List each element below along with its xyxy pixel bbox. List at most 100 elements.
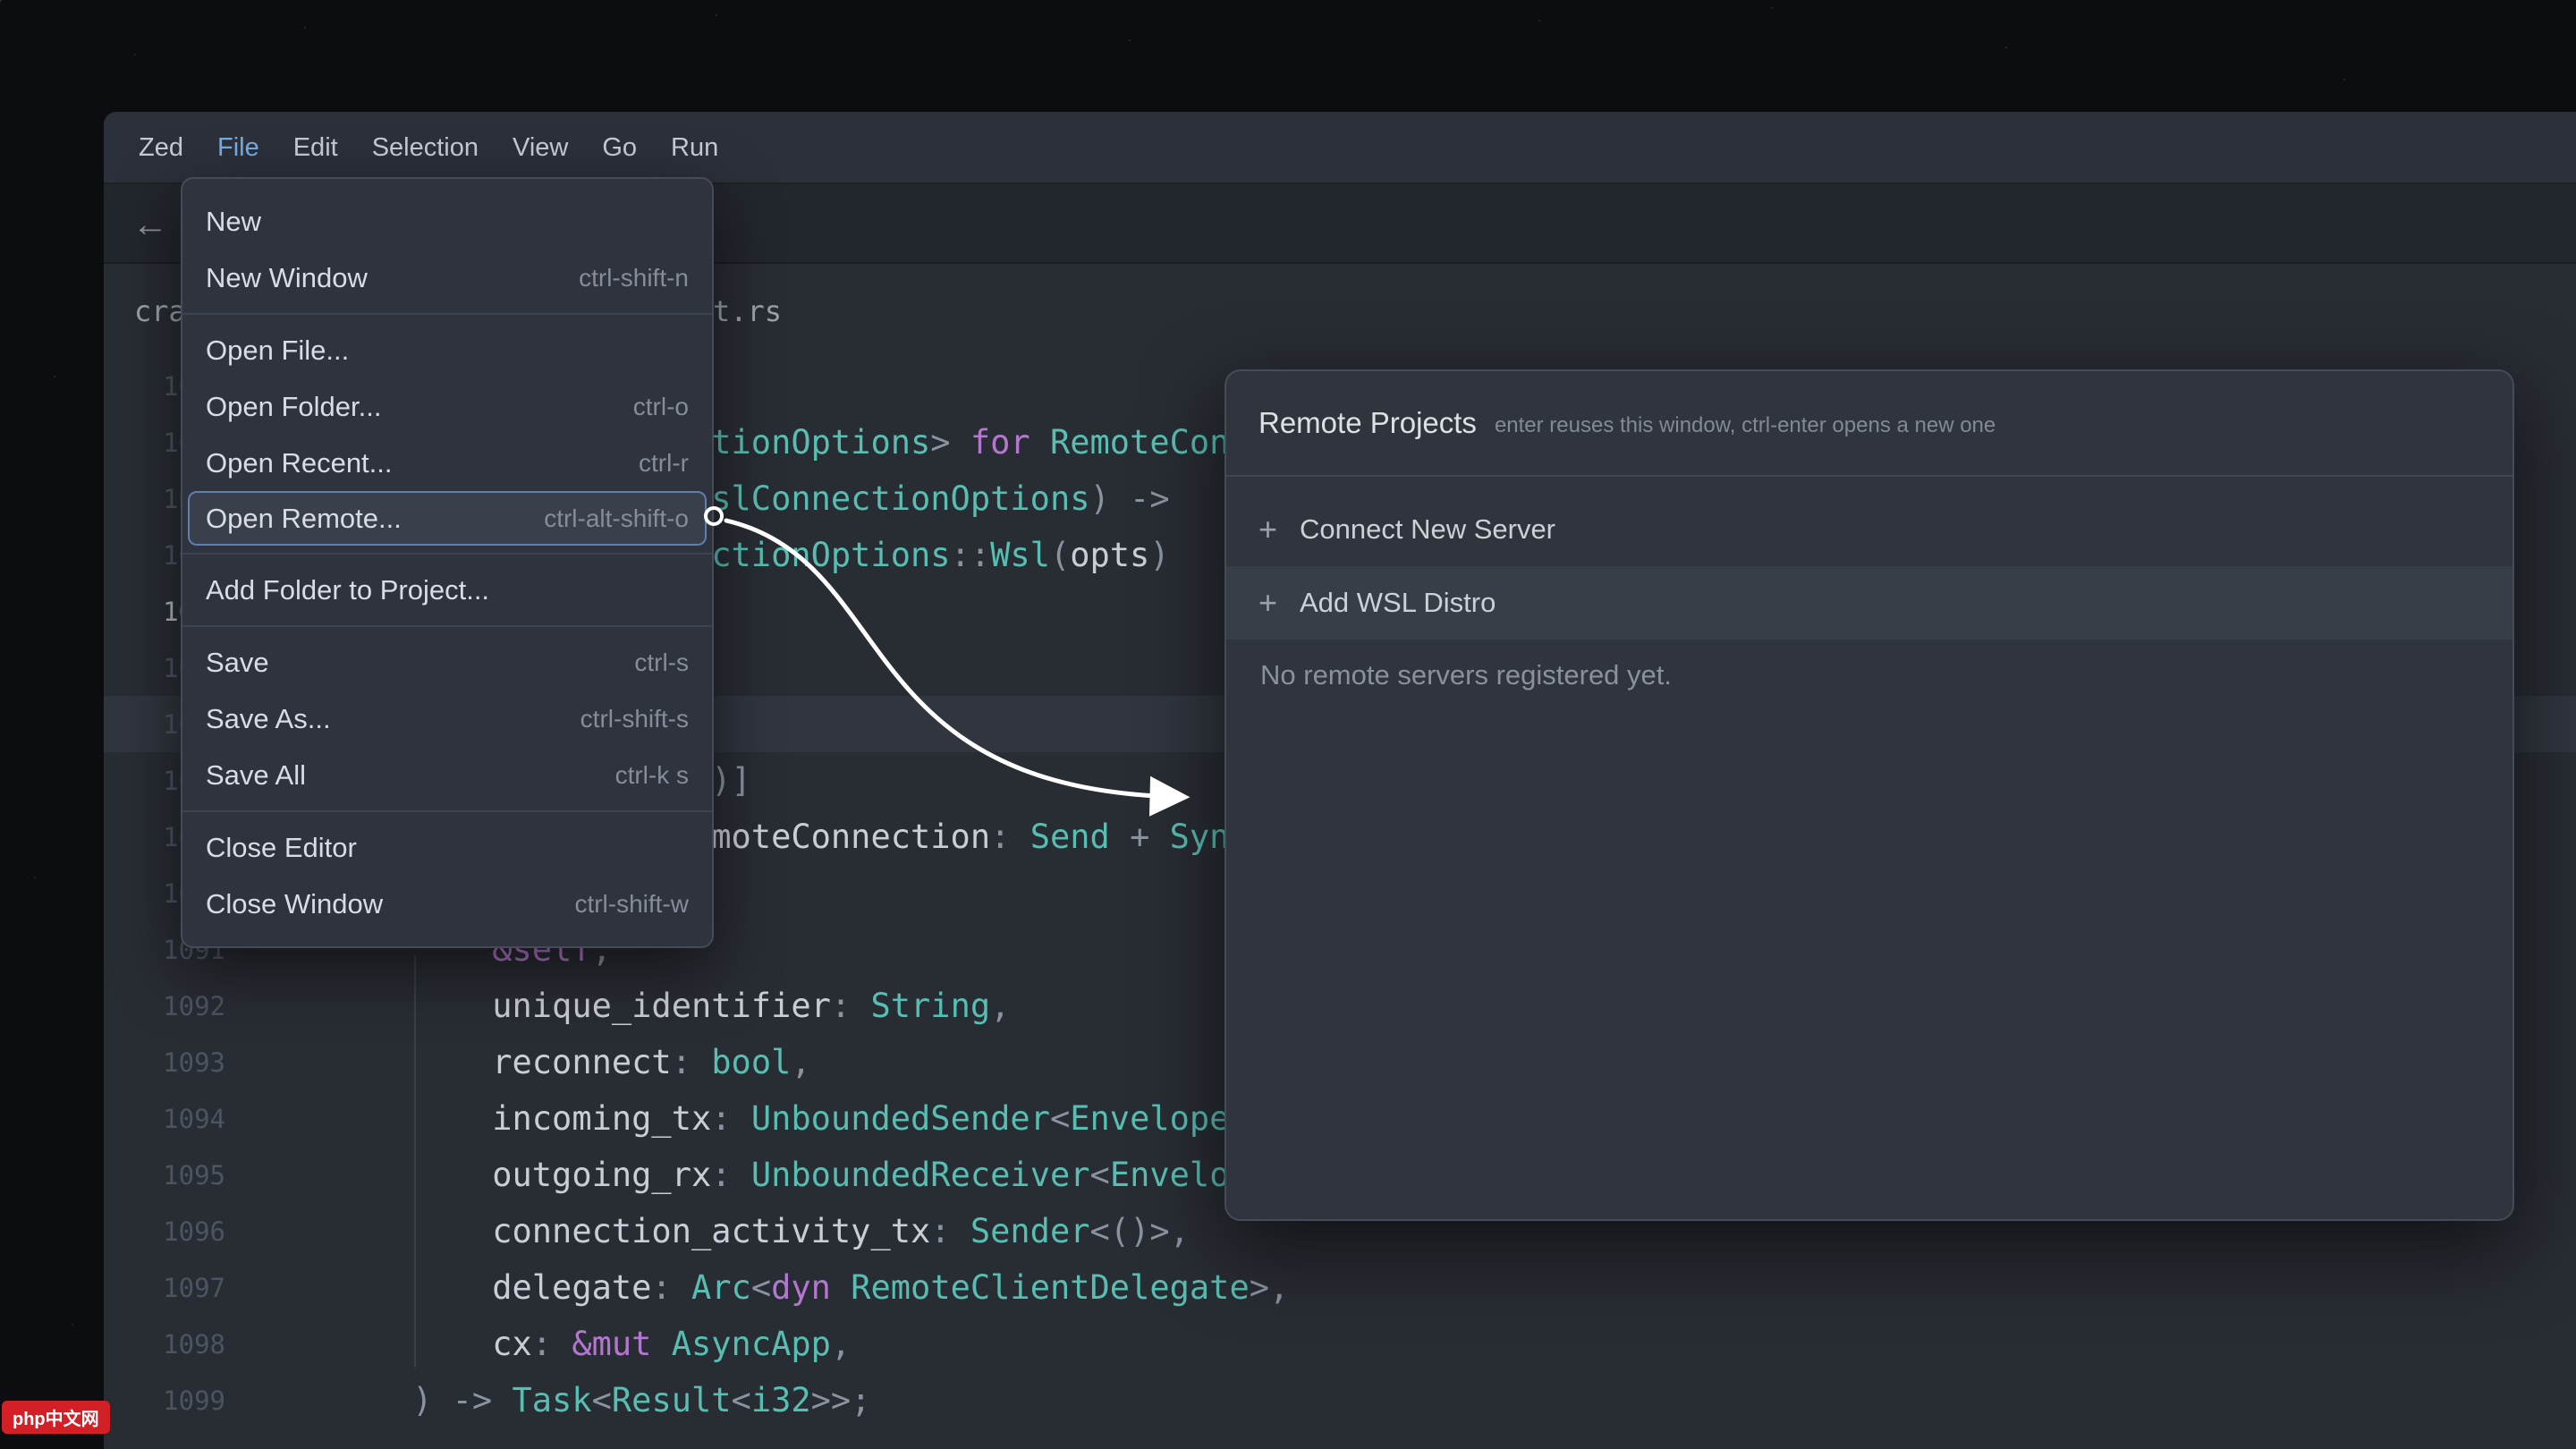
menu-item-label: Add Folder to Project... (206, 574, 489, 606)
line-number: 1095 (104, 1160, 225, 1191)
menu-item-open-recent[interactable]: Open Recent...ctrl-r (182, 435, 712, 491)
menu-item-add-folder-to-project[interactable]: Add Folder to Project... (182, 562, 712, 618)
code-text: incoming_tx: UnboundedSender<Envelope>, (333, 1090, 1269, 1147)
code-token (831, 1268, 851, 1307)
code-token: ctionOptions (711, 536, 950, 574)
menu-item-shortcut: ctrl-o (633, 393, 689, 421)
menubar-item-run[interactable]: Run (654, 133, 735, 163)
code-line-1097[interactable]: 1097 delegate: Arc<dyn RemoteClientDeleg… (104, 1259, 2576, 1316)
line-number: 1096 (104, 1216, 225, 1247)
code-token: : (711, 1099, 751, 1138)
code-token: : (990, 818, 1030, 856)
code-token: < (1050, 1099, 1070, 1138)
menu-separator (182, 313, 712, 315)
menubar-item-selection[interactable]: Selection (355, 133, 496, 163)
menubar-item-zed[interactable]: Zed (122, 133, 200, 163)
menu-item-shortcut: ctrl-shift-n (579, 264, 689, 292)
code-token: Send (1030, 818, 1110, 856)
code-token: RemoteClientDelegate (851, 1268, 1250, 1307)
menu-item-shortcut: ctrl-k s (615, 761, 689, 790)
menu-item-label: New Window (206, 262, 368, 294)
code-token: + (1110, 818, 1170, 856)
code-token: < (732, 1381, 751, 1419)
code-token: UnboundedSender (751, 1099, 1050, 1138)
menu-item-open-remote[interactable]: Open Remote... ctrl-alt-shift-o (188, 491, 707, 546)
line-number: 1092 (104, 991, 225, 1021)
menubar-item-edit[interactable]: Edit (276, 133, 355, 163)
menubar-item-go[interactable]: Go (585, 133, 654, 163)
remote-projects-modal: Remote Projects enter reuses this window… (1224, 369, 2514, 1221)
code-token: cx (492, 1325, 532, 1363)
menu-item-new[interactable]: New (182, 193, 712, 250)
modal-header: Remote Projects enter reuses this window… (1226, 371, 2512, 477)
menu-item-label: Open File... (206, 335, 349, 367)
code-line-1099[interactable]: 1099 ) -> Task<Result<i32>>; (104, 1372, 2576, 1428)
menu-item-label: New (206, 206, 261, 238)
code-token (333, 1043, 492, 1081)
code-text: reconnect: bool, (333, 1034, 811, 1090)
menu-item-label: Save As... (206, 703, 331, 735)
menu-item-close-editor[interactable]: Close Editor (182, 819, 712, 876)
menubar-item-view[interactable]: View (496, 133, 585, 163)
modal-row-label: Add WSL Distro (1300, 587, 1496, 619)
code-token: )] (711, 761, 751, 800)
file-menu: New New Window ctrl-shift-n Open File... Ope… (181, 177, 714, 948)
code-token (333, 1268, 492, 1307)
menu-item-shortcut: ctrl-shift-s (580, 705, 689, 733)
menu-separator (182, 625, 712, 627)
code-token: moteConnection (711, 818, 990, 856)
line-number: 1098 (104, 1329, 225, 1360)
code-token: <()>, (1090, 1212, 1190, 1250)
menu-item-open-file[interactable]: Open File... (182, 322, 712, 378)
menu-item-save-all[interactable]: Save All ctrl-k s (182, 747, 712, 803)
menu-item-label: Close Window (206, 888, 383, 920)
code-text: cx: &mut AsyncApp, (333, 1316, 851, 1372)
connect-new-server-button[interactable]: + Connect New Server (1226, 493, 2512, 566)
code-token (333, 987, 492, 1025)
menubar-item-file[interactable]: File (200, 133, 276, 163)
add-wsl-distro-button[interactable]: + Add WSL Distro (1226, 566, 2512, 640)
no-servers-message: No remote servers registered yet. (1226, 640, 2512, 691)
code-token: ) -> (1090, 479, 1190, 518)
code-token: &mut (572, 1325, 651, 1363)
menu-item-shortcut: ctrl-alt-shift-o (544, 504, 689, 533)
modal-hint: enter reuses this window, ctrl-enter ope… (1495, 413, 1996, 438)
indent-guide (414, 956, 416, 1368)
code-text: delegate: Arc<dyn RemoteClientDelegate>, (333, 1259, 1289, 1316)
code-token: : (651, 1268, 691, 1307)
code-token: tionOptions (711, 423, 930, 462)
code-token: > (930, 423, 970, 462)
code-token: delegate (492, 1268, 651, 1307)
code-token: opts (1070, 536, 1149, 574)
code-token: < (1090, 1156, 1110, 1194)
code-token: for (970, 423, 1030, 462)
menu-item-shortcut: ctrl-r (639, 449, 689, 478)
code-token: dyn (771, 1268, 831, 1307)
menu-item-new-window[interactable]: New Window ctrl-shift-n (182, 250, 712, 306)
code-token: UnboundedReceiver (751, 1156, 1090, 1194)
code-token: >, (1250, 1268, 1290, 1307)
code-token: Sender (970, 1212, 1090, 1250)
code-token (651, 1325, 671, 1363)
code-token: : (930, 1212, 970, 1250)
menu-item-label: Open Remote... (206, 503, 402, 535)
menu-bar: ZedFileEditSelectionViewGoRun (104, 112, 2576, 184)
menu-item-save[interactable]: Savectrl-s (182, 634, 712, 691)
code-token: : (672, 1043, 712, 1081)
back-arrow-icon[interactable]: ← (132, 207, 168, 242)
code-token: unique_identifier (492, 987, 831, 1025)
watermark-badge: php中文网 (2, 1401, 110, 1434)
line-number: 1099 (104, 1385, 225, 1416)
menu-item-close-window[interactable]: Close Windowctrl-shift-w (182, 876, 712, 932)
modal-list: + Connect New Server + Add WSL Distro No… (1226, 477, 2512, 691)
line-number: 1093 (104, 1047, 225, 1078)
code-token (333, 1212, 492, 1250)
code-line-1098[interactable]: 1098 cx: &mut AsyncApp, (104, 1316, 2576, 1372)
breadcrumb-right: t.rs (713, 294, 782, 328)
menu-item-label: Save All (206, 759, 306, 792)
menu-item-save-as[interactable]: Save As... ctrl-shift-s (182, 691, 712, 747)
line-number: 1097 (104, 1273, 225, 1303)
menu-item-open-folder[interactable]: Open Folder...ctrl-o (182, 378, 712, 435)
menu-item-label: Close Editor (206, 832, 357, 864)
code-token (333, 1156, 492, 1194)
